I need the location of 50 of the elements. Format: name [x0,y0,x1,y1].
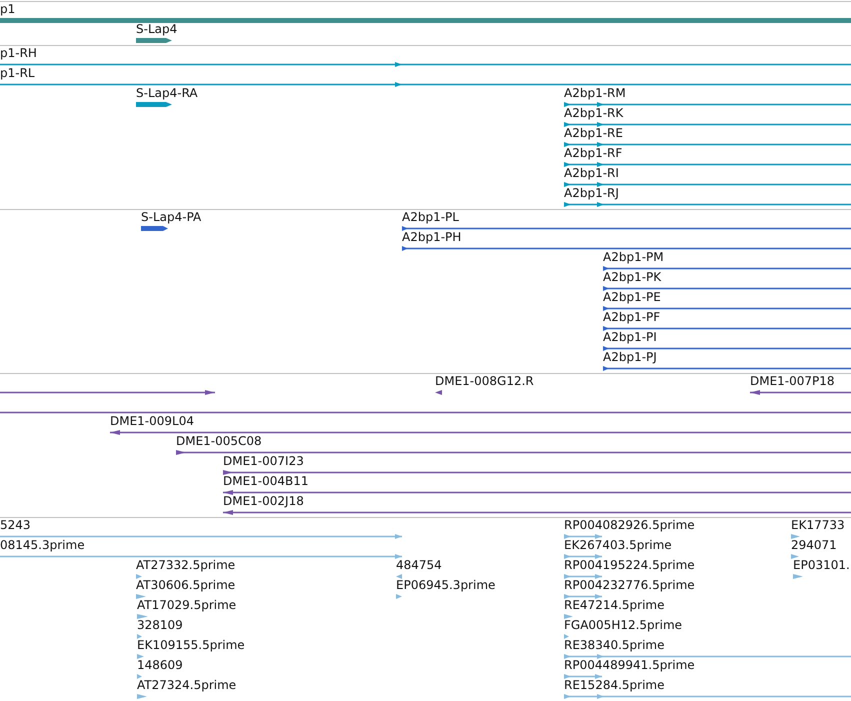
feature-label: EP03101. [793,559,850,572]
feature-label: 328109 [137,619,183,632]
feature-label: AT27324.5prime [137,679,236,692]
feature-label: DME1-009L04 [110,415,194,428]
feature-label: DME1-002J18 [223,495,304,508]
feature-label: A2bp1-PH [402,231,462,244]
feature-label: A2bp1-RE [564,127,623,140]
feature-label: FGA005H12.5prime [564,619,682,632]
feature-label: A2bp1-PE [603,291,661,304]
feature-label: 484754 [396,559,442,572]
feature-label: DME1-008G12.R [435,375,534,388]
feature-label: DME1-005C08 [176,435,262,448]
feature-label: RE47214.5prime [564,599,664,612]
feature-label: DME1-007I23 [223,455,304,468]
feature-label: A2bp1-PI [603,331,657,344]
feature-label: AT17029.5prime [137,599,236,612]
feature-label: RP004082926.5prime [564,519,695,532]
feature-label: AT30606.5prime [136,579,236,592]
feature-label: RE15284.5prime [564,679,664,692]
feature-label: EK267403.5prime [564,539,672,552]
feature-label: S-Lap4-PA [141,211,202,224]
feature-label: S-Lap4-RA [136,87,198,100]
feature-label: EK109155.5prime [137,639,245,652]
feature-label: p1-RL [0,67,35,80]
feature-label: DME1-007P18 [750,375,835,388]
feature-label: EK17733 [791,519,845,532]
feature-label: A2bp1-RJ [564,187,619,200]
feature-label: A2bp1-PM [603,251,664,264]
feature-label: A2bp1-PF [603,311,660,324]
feature-label: RP004489941.5prime [564,659,695,672]
feature-label: A2bp1-RF [564,147,622,160]
feature-label: 08145.3prime [0,539,85,552]
feature-label: RP004232776.5prime [564,579,695,592]
feature-label: 5243 [0,519,31,532]
feature-label: DME1-004B11 [223,475,309,488]
feature-label: 148609 [137,659,183,672]
feature-label: A2bp1-PK [603,271,662,284]
feature-label: p1 [0,3,16,16]
feature-label: A2bp1-PL [402,211,459,224]
feature-label: A2bp1-RK [564,107,624,120]
feature-label: EP06945.3prime [396,579,496,592]
feature-label: RE38340.5prime [564,639,664,652]
feature-label: RP004195224.5prime [564,559,695,572]
feature-label: 294071 [791,539,837,552]
feature-label: A2bp1-RM [564,87,626,100]
feature-label: A2bp1-PJ [603,351,657,364]
feature-label: S-Lap4 [136,23,178,36]
feature-label: A2bp1-RI [564,167,619,180]
feature-label: AT27332.5prime [136,559,236,572]
feature-label: p1-RH [0,47,37,60]
